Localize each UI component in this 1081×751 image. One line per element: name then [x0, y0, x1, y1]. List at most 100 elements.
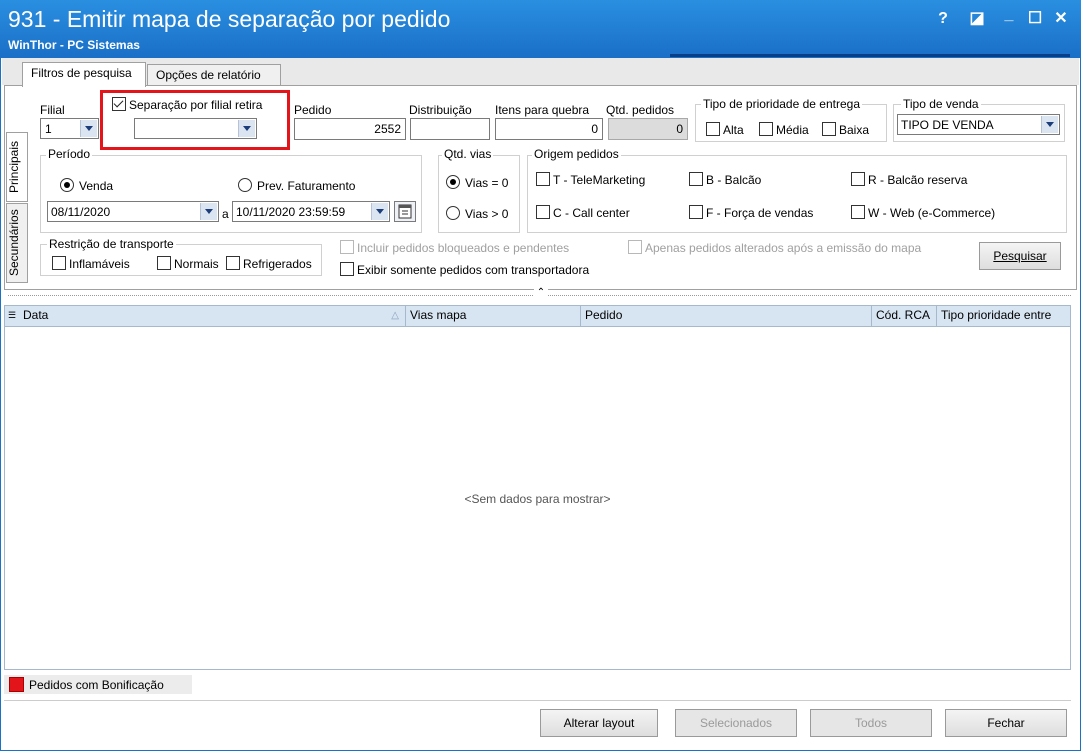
data-inicio-value: 08/11/2020: [51, 205, 111, 219]
distribuicao-input[interactable]: [410, 118, 490, 140]
origem-forca-vendas[interactable]: F - Força de vendas: [689, 205, 813, 220]
restore-icon[interactable]: ◪: [964, 8, 990, 30]
vias-gt-radio[interactable]: Vias > 0: [446, 206, 508, 221]
data-inicio-picker[interactable]: 08/11/2020: [47, 201, 219, 222]
tipo-venda-value: TIPO DE VENDA: [901, 118, 994, 132]
periodo-prev-label: Prev. Faturamento: [257, 179, 356, 193]
chevron-down-icon: [1041, 116, 1058, 133]
checkbox-icon: [706, 122, 720, 136]
periodo-venda-label: Venda: [79, 179, 114, 193]
legend-label: Pedidos com Bonificação: [29, 678, 164, 692]
checkbox-icon: [226, 256, 240, 270]
help-button[interactable]: ?: [930, 8, 956, 30]
col-tipo-prioridade[interactable]: Tipo prioridade entre: [938, 305, 1071, 327]
qtd-pedidos-label: Qtd. pedidos: [606, 103, 675, 117]
radio-selected-icon: [446, 175, 460, 189]
checkbox-icon: [157, 256, 171, 270]
tab-opcoes-de-relatorio[interactable]: Opções de relatório: [147, 64, 281, 86]
itens-quebra-input[interactable]: 0: [495, 118, 603, 140]
exibir-transportadora-label: Exibir somente pedidos com transportador…: [357, 263, 590, 277]
origem-balcao-reserva-label: R - Balcão reserva: [868, 173, 968, 187]
radio-icon: [446, 206, 460, 220]
filial-value: 1: [45, 122, 52, 136]
origem-forca-vendas-label: F - Força de vendas: [706, 206, 814, 220]
chevron-down-icon: [200, 203, 217, 220]
calendar-icon[interactable]: [394, 201, 416, 222]
periodo-prev-radio[interactable]: Prev. Faturamento: [238, 178, 355, 193]
col-data[interactable]: Data △: [20, 305, 406, 327]
filial-label: Filial: [40, 103, 65, 117]
apenas-alterados-label: Apenas pedidos alterados após a emissão …: [645, 241, 922, 255]
incluir-bloqueados-checkbox: Incluir pedidos bloqueados e pendentes: [340, 240, 569, 255]
side-tab-secundarios[interactable]: Secundários: [6, 203, 28, 283]
origem-group: [527, 155, 1067, 233]
vias-gt-label: Vias > 0: [465, 207, 509, 221]
pedido-input[interactable]: 2552: [294, 118, 406, 140]
data-fim-picker[interactable]: 10/11/2020 23:59:59: [232, 201, 390, 222]
restricao-inflamaveis[interactable]: Inflamáveis: [52, 256, 130, 271]
exibir-transportadora-checkbox[interactable]: Exibir somente pedidos com transportador…: [340, 262, 589, 277]
vias-eq-label: Vias = 0: [465, 176, 509, 190]
prioridade-alta[interactable]: Alta: [706, 122, 744, 137]
prioridade-title: Tipo de prioridade de entrega: [701, 97, 862, 111]
periodo-venda-radio[interactable]: Venda: [60, 178, 113, 193]
restricao-inflamaveis-label: Inflamáveis: [69, 257, 130, 271]
origem-telemarketing[interactable]: T - TeleMarketing: [536, 172, 645, 187]
sort-asc-icon: △: [391, 310, 399, 321]
radio-selected-icon: [60, 178, 74, 192]
col-pedido[interactable]: Pedido: [582, 305, 872, 327]
qtd-pedidos-input: 0: [608, 118, 688, 140]
origem-telemarketing-label: T - TeleMarketing: [553, 173, 646, 187]
filial-select[interactable]: 1: [40, 118, 99, 139]
todos-button[interactable]: Todos: [810, 709, 932, 737]
col-vias-mapa[interactable]: Vias mapa: [407, 305, 581, 327]
checkbox-icon: [689, 172, 703, 186]
side-tab-principais[interactable]: Principais: [6, 132, 28, 202]
tipo-venda-select[interactable]: TIPO DE VENDA: [897, 114, 1060, 135]
chevron-down-icon: [371, 203, 388, 220]
chevron-up-icon[interactable]: ⌃: [534, 288, 548, 298]
restricao-normais[interactable]: Normais: [157, 256, 219, 271]
checkbox-icon: [851, 172, 865, 186]
highlight-box: [100, 90, 290, 150]
vias-eq-radio[interactable]: Vias = 0: [446, 175, 508, 190]
tipo-venda-title: Tipo de venda: [901, 97, 981, 111]
col-data-label: Data: [23, 308, 49, 322]
apenas-alterados-checkbox: Apenas pedidos alterados após a emissão …: [628, 240, 921, 255]
checkbox-disabled-icon: [628, 240, 642, 254]
checkbox-icon: [851, 205, 865, 219]
window-subtitle: WinThor - PC Sistemas: [8, 38, 140, 52]
origem-web[interactable]: W - Web (e-Commerce): [851, 205, 995, 220]
radio-icon: [238, 178, 252, 192]
selecionados-button[interactable]: Selecionados: [675, 709, 797, 737]
prioridade-media[interactable]: Média: [759, 122, 809, 137]
col-cod-rca[interactable]: Cód. RCA: [873, 305, 937, 327]
legend-color-swatch: [9, 677, 24, 692]
fechar-button[interactable]: Fechar: [945, 709, 1067, 737]
restricao-refrigerados[interactable]: Refrigerados: [226, 256, 312, 271]
qtd-vias-group: [438, 155, 520, 233]
tab-filtros-de-pesquisa[interactable]: Filtros de pesquisa: [22, 62, 146, 87]
window-title: 931 - Emitir mapa de separação por pedid…: [8, 6, 451, 32]
origem-balcao-reserva[interactable]: R - Balcão reserva: [851, 172, 967, 187]
periodo-title: Período: [46, 147, 93, 161]
origem-balcao[interactable]: B - Balcão: [689, 172, 761, 187]
pedido-label: Pedido: [294, 103, 332, 117]
maximize-button[interactable]: ☐: [1022, 8, 1048, 30]
qtd-vias-title: Qtd. vias: [442, 147, 494, 161]
pesquisar-button[interactable]: Pesquisar: [979, 242, 1061, 270]
prioridade-media-label: Média: [776, 123, 809, 137]
checkbox-icon: [689, 205, 703, 219]
checkbox-icon: [536, 205, 550, 219]
origem-web-label: W - Web (e-Commerce): [868, 206, 996, 220]
minimize-button[interactable]: _: [996, 4, 1022, 26]
footer-divider: [4, 700, 1071, 701]
checkbox-icon: [52, 256, 66, 270]
itens-quebra-label: Itens para quebra: [495, 103, 590, 117]
data-separator: a: [222, 207, 229, 221]
column-chooser-icon[interactable]: ☰: [8, 310, 18, 320]
alterar-layout-button[interactable]: Alterar layout: [540, 709, 658, 737]
close-button[interactable]: ✕: [1048, 8, 1074, 30]
origem-call-center[interactable]: C - Call center: [536, 205, 630, 220]
prioridade-baixa[interactable]: Baixa: [822, 122, 869, 137]
